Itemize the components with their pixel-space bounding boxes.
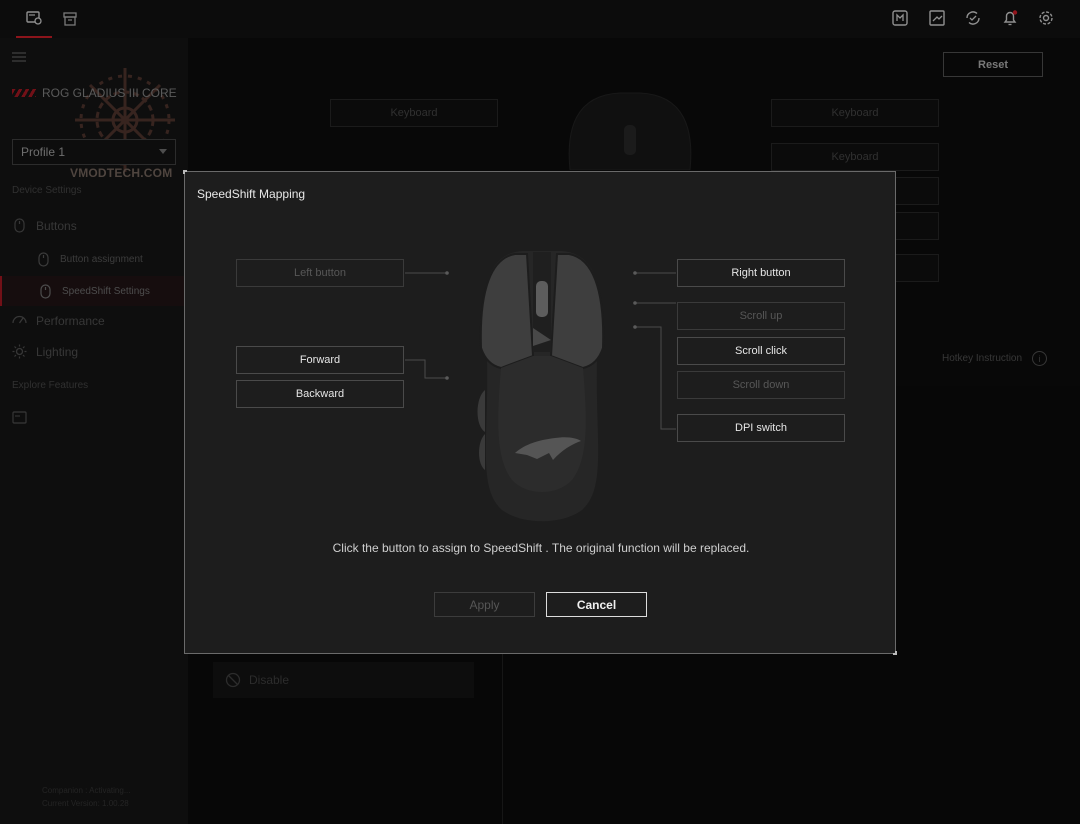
dialog-title: SpeedShift Mapping <box>197 187 306 201</box>
corner-marker <box>893 651 897 655</box>
speedshift-mapping-dialog: SpeedShift Mapping Left button Forward B… <box>183 170 897 655</box>
left-button[interactable]: Left button <box>236 259 404 287</box>
backward-button[interactable]: Backward <box>236 380 404 408</box>
scroll-down-button[interactable]: Scroll down <box>677 371 845 399</box>
dialog-hint-text: Click the button to assign to SpeedShift… <box>332 541 750 555</box>
scroll-up-button[interactable]: Scroll up <box>677 302 845 330</box>
cancel-button[interactable]: Cancel <box>546 592 647 617</box>
dpi-switch-button[interactable]: DPI switch <box>677 414 845 442</box>
forward-button[interactable]: Forward <box>236 346 404 374</box>
scroll-click-button[interactable]: Scroll click <box>677 337 845 365</box>
right-button[interactable]: Right button <box>677 259 845 287</box>
mouse-illustration <box>477 251 605 522</box>
corner-marker <box>183 170 187 174</box>
apply-button[interactable]: Apply <box>434 592 535 617</box>
